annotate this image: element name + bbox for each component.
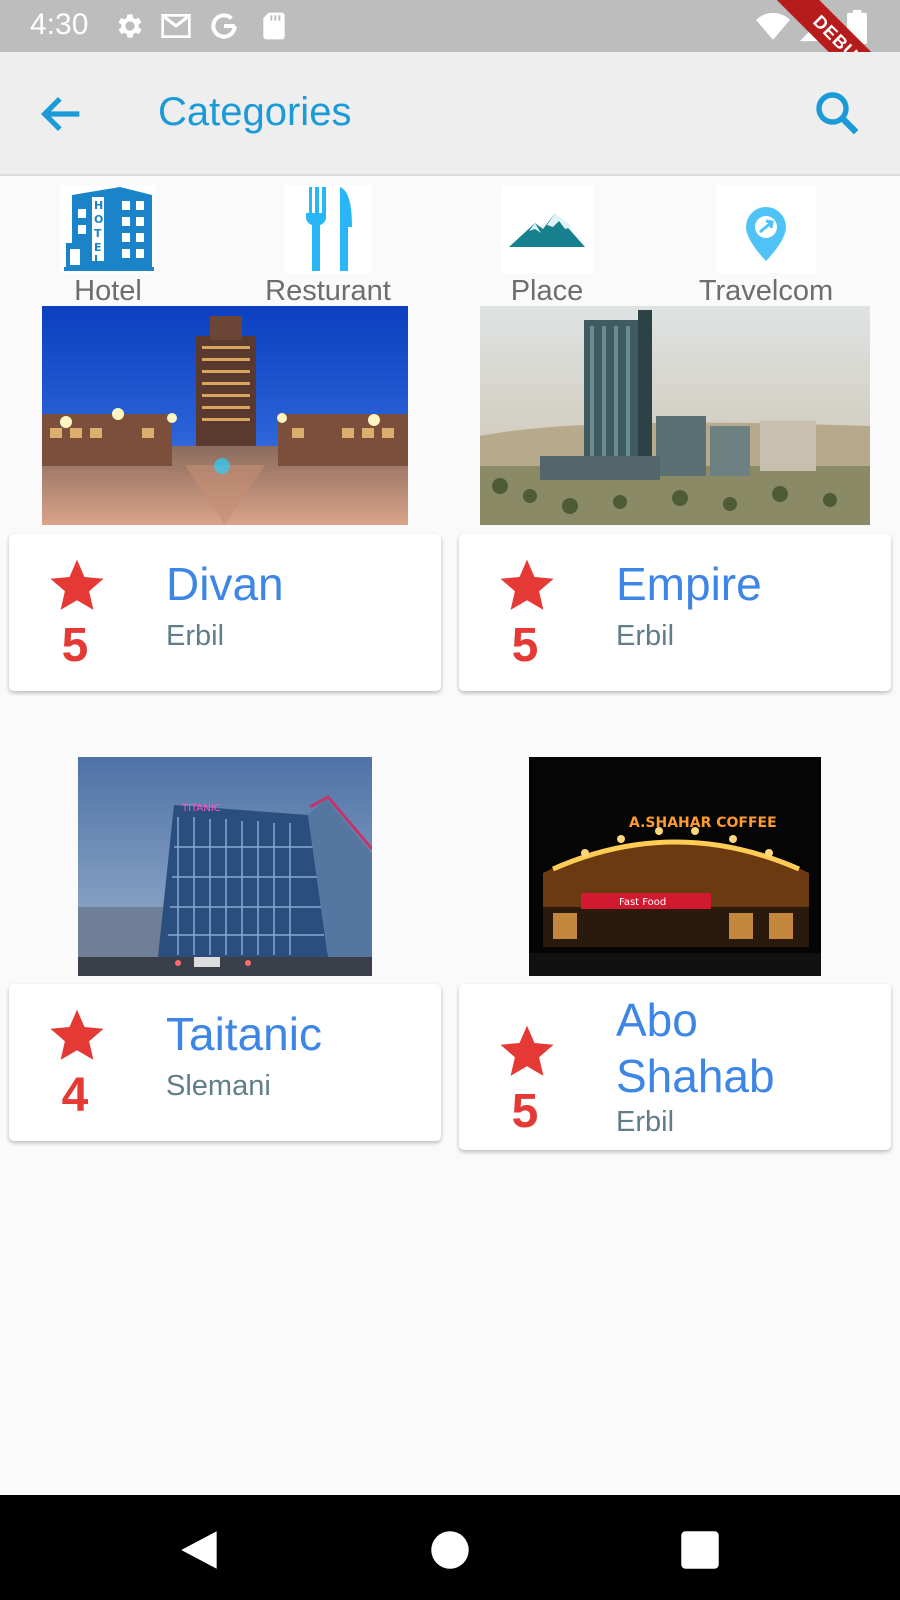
svg-text:O: O [94, 213, 103, 226]
place-city: Slemani [166, 1070, 271, 1102]
place-card[interactable]: 5 Abo Shahab Erbil [459, 984, 891, 1150]
place-card[interactable]: 5 Empire Erbil [459, 534, 891, 691]
rating-value: 5 [511, 619, 539, 672]
glass-hotel-dusk-photo[interactable]: TITANIC [78, 757, 372, 976]
gmail-icon [161, 14, 191, 38]
place-name: Abo Shahab [616, 994, 775, 1102]
category-label: Place [510, 275, 584, 307]
place-city: Erbil [616, 1106, 675, 1138]
svg-text:T: T [94, 227, 102, 240]
search-icon[interactable] [810, 86, 864, 140]
star-icon [50, 1009, 104, 1060]
page-title: Categories [158, 90, 352, 134]
svg-text:A.SHAHAR COFFEE: A.SHAHAR COFFEE [629, 815, 777, 831]
map-pin-plane-icon [716, 185, 816, 273]
star-icon [50, 559, 104, 610]
category-travelcom[interactable]: Travelcom [671, 185, 861, 308]
svg-text:Fast Food: Fast Food [619, 897, 666, 908]
status-time: 4:30 [30, 8, 89, 41]
recents-square-icon[interactable] [675, 1525, 725, 1575]
gear-icon [118, 14, 142, 38]
place-city: Erbil [166, 620, 225, 652]
mountain-icon [501, 185, 593, 273]
category-place[interactable]: Place [452, 185, 642, 308]
rating-value: 5 [61, 619, 89, 672]
hotel-building-icon: HOTEL [60, 185, 156, 273]
place-card[interactable]: 5 Divan Erbil [9, 534, 441, 691]
home-circle-icon[interactable] [425, 1525, 475, 1575]
category-hotel[interactable]: HOTEL Hotel [13, 185, 203, 308]
fork-knife-icon [284, 185, 372, 273]
place-card[interactable]: 4 Taitanic Slemani [9, 984, 441, 1141]
shahar-coffee-night-photo[interactable]: Fast Food A.SHAHAR COFFEE [529, 757, 821, 976]
category-resturant[interactable]: Resturant [233, 185, 423, 308]
wifi-icon [756, 12, 790, 40]
svg-text:H: H [94, 199, 103, 212]
glass-towers-desert-photo[interactable] [480, 306, 870, 525]
place-name: Taitanic [166, 1008, 322, 1060]
system-nav-bar [0, 1495, 900, 1600]
hotel-tower-night-photo[interactable] [42, 306, 408, 525]
google-icon [211, 13, 237, 39]
app-bar: Categories [0, 52, 900, 176]
rating-value: 4 [61, 1069, 89, 1122]
rating-value: 5 [511, 1085, 539, 1138]
arrow-back-icon[interactable] [36, 88, 88, 140]
category-label: Resturant [265, 275, 391, 307]
star-icon [500, 559, 554, 610]
place-city: Erbil [616, 620, 675, 652]
place-name: Divan [166, 558, 284, 610]
place-name: Empire [616, 558, 762, 610]
star-icon [500, 1025, 554, 1076]
svg-text:TITANIC: TITANIC [181, 803, 221, 814]
category-label: Travelcom [698, 275, 834, 307]
status-bar: 4:30 DEBUG [0, 0, 900, 128]
category-label: Hotel [74, 275, 142, 307]
back-triangle-icon[interactable] [175, 1525, 225, 1575]
svg-text:L: L [94, 253, 101, 266]
sd-card-icon [263, 12, 285, 40]
